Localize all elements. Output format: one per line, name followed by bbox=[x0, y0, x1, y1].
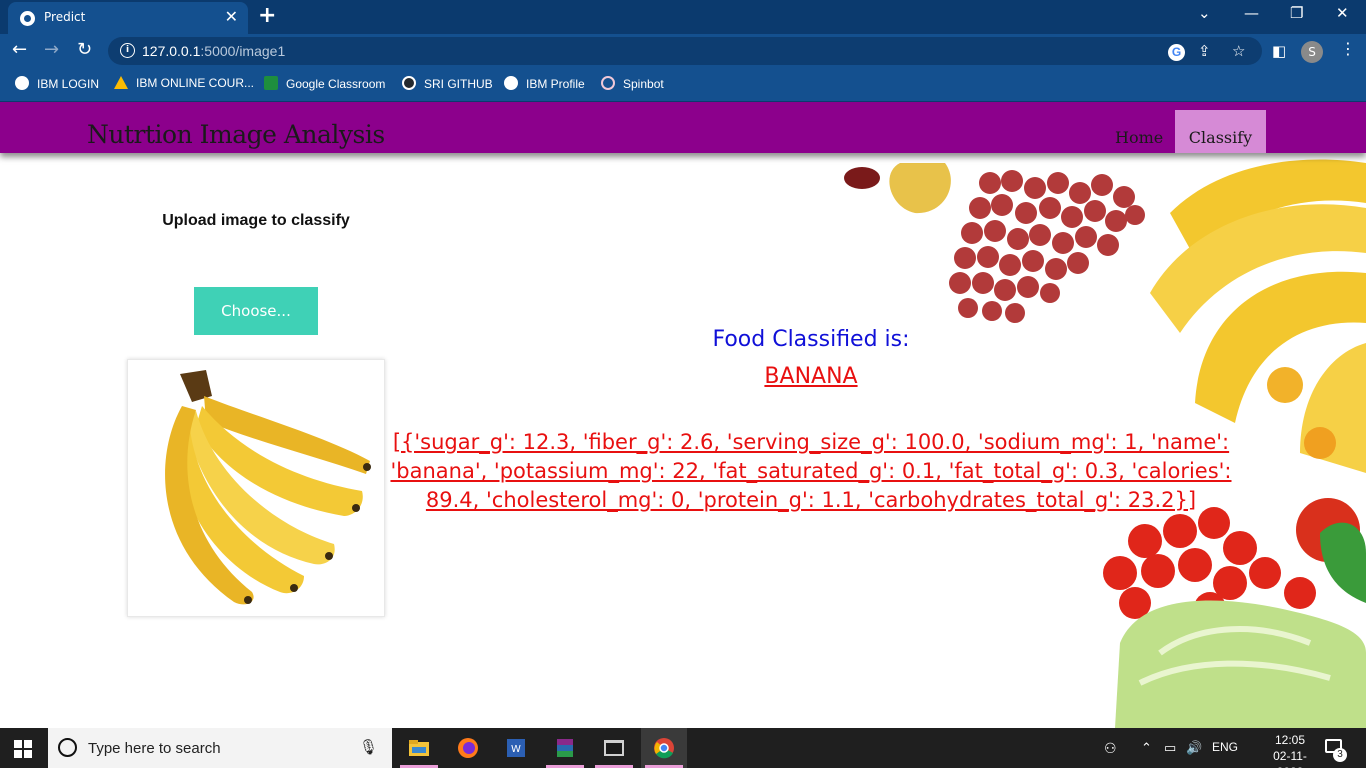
bookmark-ibm-login[interactable]: IBM LOGIN bbox=[15, 76, 99, 91]
clock-date: 02-11-2022 bbox=[1273, 749, 1307, 779]
chrome-icon bbox=[654, 738, 674, 759]
clock[interactable]: 12:05 02-11-2022 bbox=[1262, 732, 1318, 780]
windows-logo-icon bbox=[24, 740, 32, 748]
bookmark-label: Spinbot bbox=[623, 77, 664, 91]
google-lens-icon[interactable]: G bbox=[1168, 44, 1185, 61]
folder-icon bbox=[409, 740, 429, 756]
profile-avatar[interactable]: S bbox=[1301, 41, 1323, 63]
windows-logo-icon bbox=[14, 750, 22, 758]
github-icon bbox=[402, 76, 416, 90]
terminal-app[interactable] bbox=[591, 728, 637, 768]
search-placeholder: Type here to search bbox=[88, 740, 221, 757]
chrome-app[interactable] bbox=[641, 728, 687, 768]
spinbot-icon bbox=[601, 76, 615, 90]
close-tab-icon[interactable]: ✕ bbox=[225, 7, 238, 26]
nutrition-info-text: [{'sugar_g': 12.3, 'fiber_g': 2.6, 'serv… bbox=[390, 430, 1232, 512]
browser-tab[interactable]: Predict ✕ bbox=[8, 2, 248, 34]
volume-icon[interactable]: 🔊 bbox=[1186, 740, 1202, 756]
people-icon[interactable]: ⚇ bbox=[1104, 740, 1117, 757]
globe-icon bbox=[20, 11, 35, 26]
start-button[interactable] bbox=[14, 740, 32, 758]
choose-file-button[interactable]: Choose... bbox=[194, 287, 318, 335]
minimize-button[interactable]: — bbox=[1244, 4, 1259, 22]
bookmark-label: Google Classroom bbox=[286, 77, 386, 91]
archive-icon bbox=[557, 739, 573, 757]
tab-strip: Predict ✕ + ⌄ — ❐ ✕ bbox=[0, 0, 1366, 34]
upload-heading: Upload image to classify bbox=[162, 212, 350, 229]
bookmarks-bar: IBM LOGIN IBM ONLINE COUR... Google Clas… bbox=[0, 68, 1366, 102]
new-tab-button[interactable]: + bbox=[258, 3, 276, 28]
site-info-icon[interactable]: i bbox=[120, 43, 135, 58]
bookmark-google-classroom[interactable]: Google Classroom bbox=[264, 76, 385, 91]
firefox-app[interactable] bbox=[445, 728, 491, 768]
windows-logo-icon bbox=[24, 750, 32, 758]
restore-button[interactable]: ❐ bbox=[1290, 4, 1303, 22]
winrar-app[interactable] bbox=[542, 728, 588, 768]
classroom-icon bbox=[264, 76, 278, 90]
result-heading: Food Classified is: bbox=[712, 327, 910, 352]
nav-classify-link[interactable]: Classify bbox=[1175, 110, 1266, 153]
word-app[interactable]: W bbox=[493, 728, 539, 768]
language-indicator[interactable]: ENG bbox=[1212, 740, 1238, 754]
url-text: 127.0.0.1:5000/image1 bbox=[142, 43, 285, 59]
terminal-icon bbox=[604, 740, 624, 756]
tab-search-icon[interactable]: ⌄ bbox=[1198, 4, 1211, 22]
url-path: :5000/image1 bbox=[200, 43, 286, 59]
globe-icon bbox=[504, 76, 518, 90]
svg-text:W: W bbox=[511, 744, 521, 755]
globe-icon bbox=[15, 76, 29, 90]
address-bar[interactable]: i 127.0.0.1:5000/image1 ⇪ ☆ bbox=[108, 37, 1262, 65]
notification-count-badge: 3 bbox=[1333, 748, 1347, 762]
web-page: Nutrtion Image Analysis Home Classify Up… bbox=[0, 102, 1366, 728]
bookmark-label: SRI GITHUB bbox=[424, 77, 493, 91]
file-explorer-app[interactable] bbox=[396, 728, 442, 768]
site-navbar: Nutrtion Image Analysis Home Classify bbox=[0, 102, 1366, 153]
taskbar-search-box[interactable]: Type here to search 🎙 bbox=[48, 728, 392, 768]
windows-logo-icon bbox=[14, 740, 22, 748]
clock-time: 12:05 bbox=[1274, 733, 1306, 747]
bookmark-spinbot[interactable]: Spinbot bbox=[601, 76, 664, 91]
battery-icon[interactable]: ▭ bbox=[1164, 740, 1176, 756]
bookmark-label: IBM LOGIN bbox=[37, 77, 100, 91]
share-icon[interactable]: ⇪ bbox=[1198, 42, 1211, 60]
site-brand[interactable]: Nutrtion Image Analysis bbox=[87, 120, 385, 149]
url-host: 127.0.0.1 bbox=[142, 43, 201, 59]
close-window-button[interactable]: ✕ bbox=[1336, 4, 1349, 22]
firefox-icon bbox=[458, 738, 478, 758]
side-panel-icon[interactable]: ◧ bbox=[1272, 42, 1286, 60]
back-button[interactable]: ← bbox=[12, 39, 27, 60]
drive-icon bbox=[114, 76, 128, 89]
cortana-icon bbox=[58, 738, 77, 757]
show-hidden-icons[interactable]: ⌃ bbox=[1141, 740, 1152, 756]
reload-button[interactable]: ↻ bbox=[77, 39, 92, 60]
bookmark-ibm-profile[interactable]: IBM Profile bbox=[504, 76, 585, 91]
bookmark-label: IBM Profile bbox=[526, 77, 585, 91]
forward-button[interactable]: → bbox=[44, 39, 59, 60]
tab-title: Predict bbox=[44, 10, 86, 24]
bookmark-label: IBM ONLINE COUR... bbox=[136, 76, 255, 90]
windows-taskbar: Type here to search 🎙 W ⚇ ⌃ ▭ 🔊 ENG 12:0… bbox=[0, 728, 1366, 779]
image-preview bbox=[127, 359, 385, 617]
word-icon: W bbox=[507, 739, 525, 757]
browser-toolbar: ← → ↻ i 127.0.0.1:5000/image1 ⇪ ☆ ◧ ⋮ bbox=[0, 34, 1366, 68]
bookmark-star-icon[interactable]: ☆ bbox=[1232, 42, 1245, 60]
nav-home-link[interactable]: Home bbox=[1115, 128, 1163, 147]
microphone-icon[interactable]: 🎙 bbox=[359, 738, 378, 756]
banana-image bbox=[134, 366, 378, 610]
classified-food-label: BANANA bbox=[764, 364, 858, 389]
bookmark-sri-github[interactable]: SRI GITHUB bbox=[402, 76, 493, 91]
bookmark-ibm-online-course[interactable]: IBM ONLINE COUR... bbox=[114, 76, 254, 90]
menu-icon[interactable]: ⋮ bbox=[1340, 39, 1356, 58]
